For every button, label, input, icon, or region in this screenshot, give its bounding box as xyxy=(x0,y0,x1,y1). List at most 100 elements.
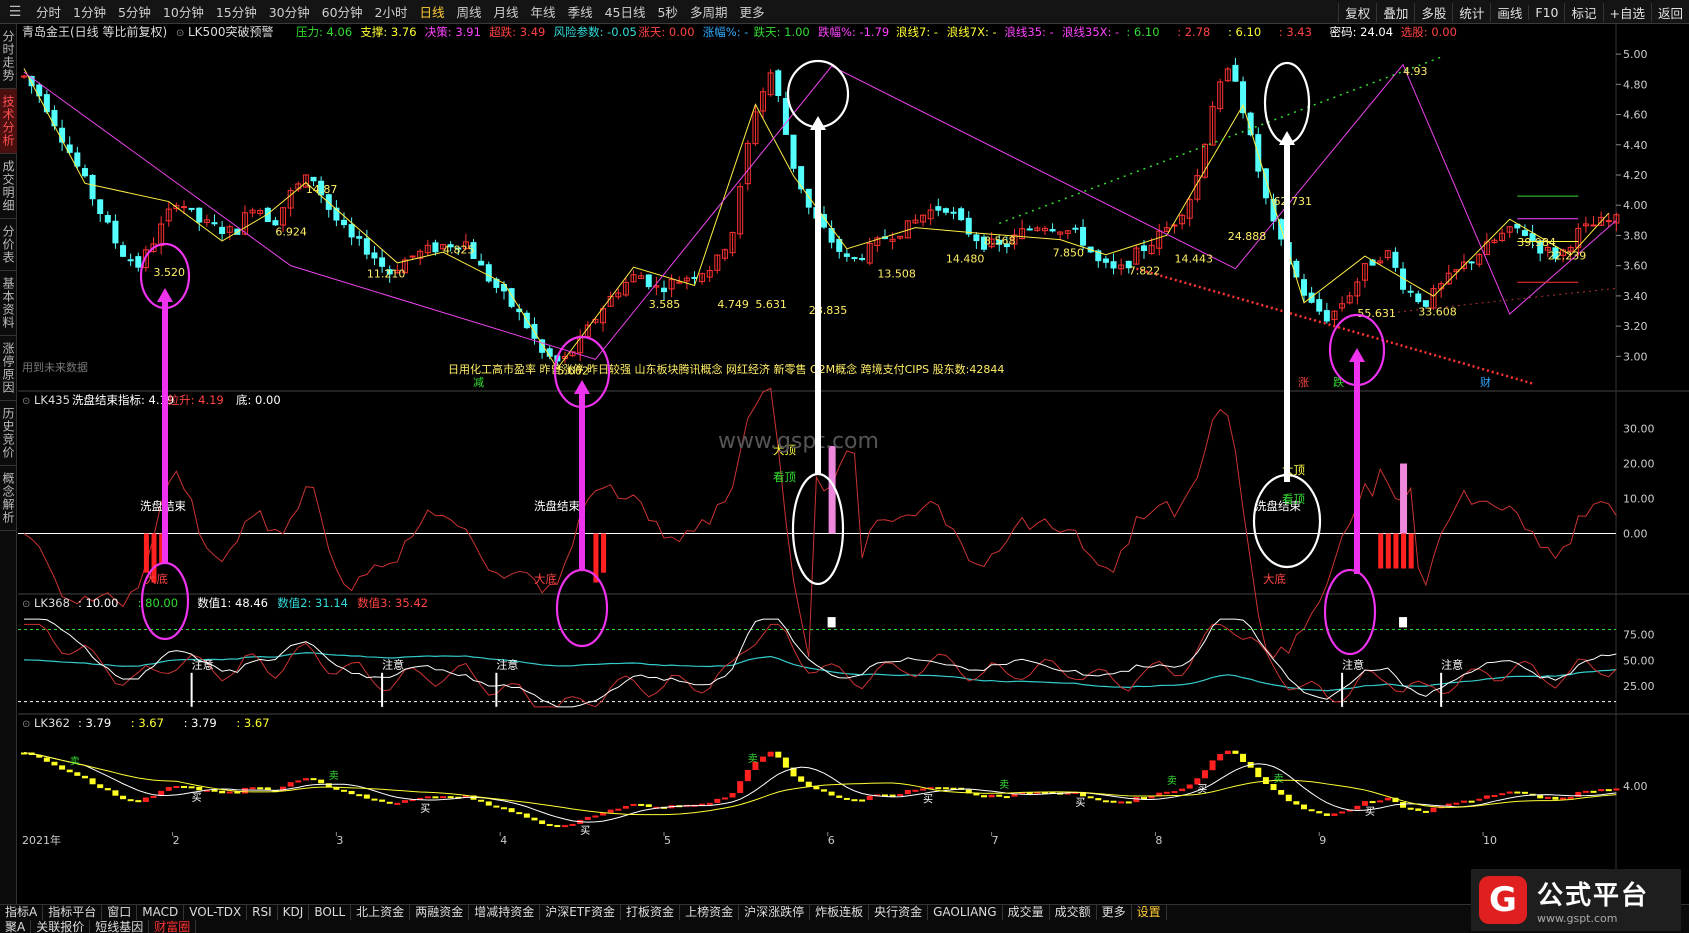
tab-timeframe[interactable]: 5秒 xyxy=(651,2,683,21)
tab-timeframe[interactable]: 60分钟 xyxy=(316,2,369,21)
toolbar-button[interactable]: 统计 xyxy=(1452,2,1490,22)
p4-bar xyxy=(897,794,904,797)
notice-label: 注意 xyxy=(496,658,518,672)
indicator-tab[interactable]: 指标A xyxy=(0,905,44,920)
p4-bar xyxy=(1521,791,1528,794)
osc-tick-label: 20.00 xyxy=(1623,458,1655,471)
panel-tab[interactable]: 财富圈 xyxy=(149,919,197,933)
tab-timeframe[interactable]: 周线 xyxy=(451,2,488,21)
tab-timeframe[interactable]: 5分钟 xyxy=(112,2,157,21)
p4-bar xyxy=(1118,801,1125,804)
p4-bar xyxy=(1354,805,1361,810)
p4-bar xyxy=(356,794,363,797)
x-axis-label: 2021年 xyxy=(22,833,61,847)
tab-timeframe[interactable]: 2小时 xyxy=(369,2,414,21)
tab-timeframe[interactable]: 季线 xyxy=(562,2,599,21)
indicator-tab[interactable]: 上榜资金 xyxy=(680,905,740,920)
sidebar-tab[interactable]: 分时走势 xyxy=(0,24,17,89)
tab-timeframe[interactable]: 1分钟 xyxy=(67,2,112,21)
tab-timeframe[interactable]: 多周期 xyxy=(684,2,734,21)
tab-timeframe[interactable]: 日线 xyxy=(414,2,451,21)
indicator-tab[interactable]: 成交额 xyxy=(1050,905,1097,920)
p4-bar xyxy=(912,789,919,792)
indicator-tab[interactable]: BOLL xyxy=(309,905,352,920)
toolbar-button[interactable]: 画线 xyxy=(1490,2,1528,22)
p4-tick-label: 4.00 xyxy=(1623,780,1648,793)
p4-bar xyxy=(1468,800,1475,803)
toolbar-button[interactable]: +自选 xyxy=(1602,2,1651,22)
p4-bar xyxy=(1163,791,1170,794)
indicator-tab[interactable]: 两融资金 xyxy=(410,905,470,920)
indicator-tab[interactable]: KDJ xyxy=(278,905,310,920)
p4-bar xyxy=(920,788,927,791)
panel-tab[interactable]: 关联报价 xyxy=(31,919,91,933)
indicator-tab[interactable]: MACD xyxy=(137,905,185,920)
grid-menu-icon[interactable]: ☰ xyxy=(0,1,30,23)
indicator-param: 数值3: 35.42 xyxy=(357,596,428,610)
sidebar-tab[interactable]: 技术分析 xyxy=(0,89,17,154)
indicator-tab[interactable]: 炸板连板 xyxy=(810,905,870,920)
tab-timeframe[interactable]: 15分钟 xyxy=(210,2,263,21)
tab-timeframe[interactable]: 年线 xyxy=(525,2,562,21)
toolbar-button[interactable]: F10 xyxy=(1528,4,1564,20)
p4-bar xyxy=(859,799,866,802)
sidebar-tab[interactable]: 概念解析 xyxy=(0,466,17,531)
p4-bar xyxy=(836,795,843,798)
tab-timeframe[interactable]: 分时 xyxy=(30,2,67,21)
candle-body xyxy=(219,226,226,235)
p4-bar xyxy=(188,786,195,789)
indicator-tab[interactable]: 更多 xyxy=(1097,905,1132,920)
price-tick-label: 3.60 xyxy=(1623,260,1648,273)
indicator-tab[interactable]: 打板资金 xyxy=(621,905,681,920)
p4-bar xyxy=(295,780,302,783)
p4-bar xyxy=(104,788,111,791)
tab-timeframe[interactable]: 30分钟 xyxy=(263,2,316,21)
tab-timeframe[interactable]: 更多 xyxy=(733,2,770,21)
indicator-tab[interactable]: 窗口 xyxy=(102,905,138,920)
price-tick-label: 4.60 xyxy=(1623,109,1648,122)
indicator-param: : 2.78 xyxy=(1177,25,1210,39)
panel-tab[interactable]: 短线基因 xyxy=(90,919,150,933)
candle-body xyxy=(432,242,439,253)
indicator-tab[interactable]: 设置 xyxy=(1132,905,1167,920)
indicator-tab[interactable]: 指标平台 xyxy=(43,905,103,920)
toolbar-button[interactable]: 标记 xyxy=(1564,2,1602,22)
sidebar-tab[interactable]: 基本资料 xyxy=(0,271,17,336)
sidebar-tab[interactable]: 涨停原因 xyxy=(0,336,17,401)
panel-tab[interactable]: 聚A xyxy=(0,919,32,933)
indicator-tab[interactable]: 成交量 xyxy=(1003,905,1050,920)
sidebar-tab[interactable]: 历史竞价 xyxy=(0,401,17,466)
indicator-tab[interactable]: 沪深ETF资金 xyxy=(540,905,622,920)
p4-bar xyxy=(1293,801,1300,805)
indicator-tab[interactable]: GAOLIANG xyxy=(928,905,1003,920)
toolbar-button[interactable]: 多股 xyxy=(1414,2,1452,22)
indicator-tab[interactable]: 央行资金 xyxy=(869,905,929,920)
candle-body xyxy=(1072,227,1079,230)
tab-timeframe[interactable]: 45日线 xyxy=(599,2,652,21)
tab-timeframe[interactable]: 10分钟 xyxy=(157,2,210,21)
annotation-arrow xyxy=(574,380,590,569)
peak-bar xyxy=(827,617,836,628)
x-axis-label: 9 xyxy=(1319,834,1326,847)
toolbar-button[interactable]: 复权 xyxy=(1338,2,1376,22)
indicator-tab[interactable]: VOL-TDX xyxy=(184,905,248,920)
sidebar-tab[interactable]: 分价表 xyxy=(0,219,17,271)
candle-body xyxy=(356,236,363,239)
p4-bar xyxy=(798,776,805,782)
tab-timeframe[interactable]: 月线 xyxy=(488,2,525,21)
candle-body xyxy=(379,257,386,267)
indicator-tab[interactable]: RSI xyxy=(247,905,278,920)
indicator-tab[interactable]: 沪深涨跌停 xyxy=(739,905,811,920)
indicator-tab[interactable]: 增减持资金 xyxy=(469,905,541,920)
p4-bar xyxy=(1003,796,1010,799)
bottom-bar xyxy=(601,533,607,573)
toolbar-button[interactable]: 叠加 xyxy=(1376,2,1414,22)
sidebar-tab[interactable]: 成交明细 xyxy=(0,154,17,219)
indicator-tab[interactable]: 北上资金 xyxy=(351,905,411,920)
p4-bar xyxy=(813,786,820,790)
candle-body xyxy=(196,207,203,223)
p4-bar xyxy=(1125,801,1132,804)
toolbar-button[interactable]: 返回 xyxy=(1650,2,1689,22)
wave-label: 7.822 xyxy=(1129,265,1161,278)
panel-tabs-row: 聚A 关联报价 短线基因 财富圈 xyxy=(0,919,1689,933)
